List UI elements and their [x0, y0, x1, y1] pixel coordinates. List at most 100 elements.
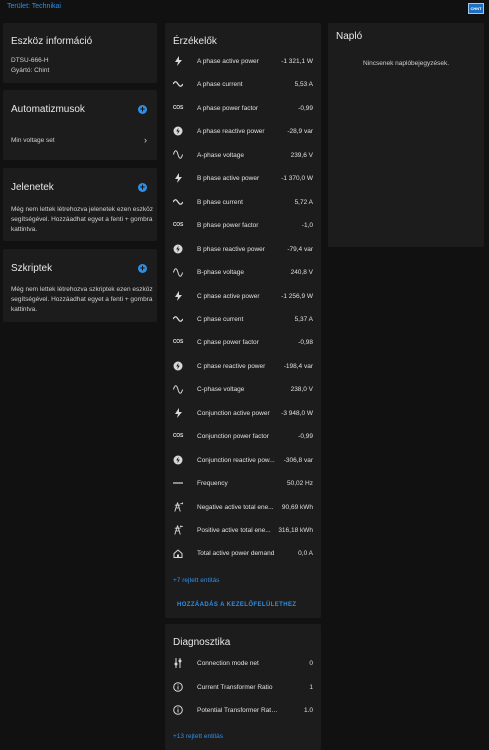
entity-row[interactable]: A phase current 5,53 A: [165, 73, 321, 96]
device-info-card: Eszköz információ DTSU-666-H Gyártó: Chi…: [3, 23, 157, 83]
entity-label: A phase active power: [197, 58, 259, 65]
entity-value: -1 321,1 W: [281, 58, 313, 65]
device-info-title: Eszköz információ: [11, 36, 93, 47]
entity-label: Frequency: [197, 480, 228, 488]
entity-label: B-phase voltage: [197, 269, 244, 277]
entity-row[interactable]: COS A phase power factor -0,99: [165, 97, 321, 120]
home-icon: [173, 548, 183, 558]
entity-value: 240,8 V: [290, 269, 313, 277]
entity-value: 50,02 Hz: [286, 480, 313, 488]
entity-row[interactable]: Conjunction reactive pow... -306,8 var: [165, 449, 321, 472]
entity-value: 0: [309, 660, 313, 667]
entity-row[interactable]: Connection mode net 0: [165, 652, 321, 675]
flash-icon: [173, 173, 183, 184]
entity-row[interactable]: Total active power demand 0,0 A: [165, 542, 321, 565]
entity-value: -3 948,0 W: [281, 409, 313, 417]
entity-value: -1 256,9 W: [281, 292, 313, 300]
entity-value: 239,6 V: [290, 151, 313, 159]
cos-icon: COS: [172, 104, 184, 111]
entity-row[interactable]: B phase current 5,72 A: [165, 191, 321, 214]
entity-value: -1,0: [301, 222, 313, 230]
entity-value: 316,18 kWh: [278, 527, 313, 534]
entity-label: C phase active power: [197, 292, 260, 300]
sine-wave-icon: [173, 150, 183, 160]
entity-row[interactable]: C phase active power -1 256,9 W: [165, 285, 321, 308]
entity-value: -79,4 var: [287, 245, 313, 253]
entity-label: Total active power demand: [197, 550, 275, 558]
scripts-title: Szkriptek: [11, 263, 53, 274]
entity-label: B phase current: [197, 198, 243, 206]
entity-row[interactable]: COS Conjunction power factor -0,99: [165, 425, 321, 448]
entity-row[interactable]: Negative active total ene... 90,69 kWh: [165, 496, 321, 519]
entity-row[interactable]: C phase current 5,37 A: [165, 308, 321, 331]
entity-label: Conjunction power factor: [197, 433, 269, 441]
add-to-dashboard-button[interactable]: HOZZÁADÁS A KEZELŐFELÜLETHEZ: [177, 602, 296, 608]
add-script-plus-icon[interactable]: +: [138, 264, 147, 273]
sensors-hidden-entities-link[interactable]: +7 rejtett entitás: [173, 577, 219, 584]
scenes-card: Jelenetek + Még nem lettek létrehozva je…: [3, 168, 157, 241]
diagnostics-title: Diagnosztika: [173, 637, 231, 648]
entity-label: B phase power factor: [197, 222, 259, 230]
sine-wave-icon: [173, 384, 183, 394]
cos-icon: COS: [172, 222, 184, 229]
entity-label: B phase active power: [197, 175, 260, 183]
device-model: DTSU-666-H: [11, 57, 49, 64]
add-automation-plus-icon[interactable]: +: [138, 105, 147, 114]
add-scene-plus-icon[interactable]: +: [138, 183, 147, 192]
entity-row[interactable]: B-phase voltage 240,8 V: [165, 261, 321, 284]
info-icon: [173, 681, 183, 692]
entity-row[interactable]: A phase reactive power -28,9 var: [165, 120, 321, 143]
entity-label: A phase reactive power: [197, 128, 265, 136]
device-manufacturer: Gyártó: Chint: [11, 67, 50, 74]
entity-value: 5,37 A: [294, 315, 313, 323]
entity-label: C phase current: [197, 315, 244, 323]
entity-row[interactable]: A phase active power -1 321,1 W: [165, 50, 321, 73]
entity-row[interactable]: Frequency 50,02 Hz: [165, 472, 321, 495]
flash-icon: [173, 407, 183, 418]
entity-row[interactable]: B phase active power -1 370,0 W: [165, 167, 321, 190]
transmission-tower-import-icon: [173, 525, 183, 535]
diagnostics-card: Diagnosztika Connection mode net 0 Current…: [165, 624, 321, 750]
scenes-empty-text: Még nem lettek létrehozva jelenetek ezen…: [11, 206, 153, 233]
entity-label: Negative active total ene...: [197, 503, 274, 511]
entity-label: C-phase voltage: [197, 386, 245, 394]
entity-row[interactable]: Current Transformer Ratio 1: [165, 676, 321, 699]
cos-icon: COS: [172, 339, 184, 346]
entity-label: Conjunction active power: [197, 409, 270, 417]
scenes-title: Jelenetek: [11, 182, 54, 193]
automation-item[interactable]: Min voltage set ›: [3, 132, 157, 150]
automation-item-label: Min voltage set: [11, 137, 55, 144]
entity-value: -198,4 var: [283, 362, 313, 370]
entity-label: B phase reactive power: [197, 245, 265, 253]
entity-row[interactable]: B phase reactive power -79,4 var: [165, 238, 321, 261]
entity-value: 90,69 kWh: [281, 503, 313, 511]
log-title: Napló: [336, 31, 363, 42]
diagnostics-hidden-entities-link[interactable]: +13 rejtett entitás: [173, 733, 223, 740]
entity-label: A phase power factor: [197, 104, 259, 112]
entity-label: A phase current: [197, 81, 243, 89]
entity-value: -0,99: [298, 104, 313, 112]
entity-value: -1 370,0 W: [281, 175, 313, 183]
reactive-power-icon: [173, 361, 183, 371]
entity-row[interactable]: Positive active total ene... 316,18 kWh: [165, 519, 321, 542]
connection-icon: [173, 658, 183, 668]
entity-row[interactable]: Conjunction active power -3 948,0 W: [165, 402, 321, 425]
cos-icon: COS: [172, 433, 184, 440]
breadcrumb[interactable]: Terület: Technikai: [7, 3, 61, 10]
scripts-card: Szkriptek + Még nem lettek létrehozva sz…: [3, 249, 157, 322]
entity-label: Potential Transformer Ratio(*): [197, 707, 279, 715]
sine-wave-icon: [173, 267, 183, 277]
entity-label: Connection mode net: [197, 660, 259, 667]
entity-value: -0,98: [298, 339, 313, 347]
reactive-power-icon: [173, 244, 183, 254]
top-bar: Terület: Technikai CHNT: [0, 0, 489, 16]
entity-row[interactable]: A-phase voltage 239,6 V: [165, 144, 321, 167]
entity-row[interactable]: Potential Transformer Ratio(*) 1.0: [165, 699, 321, 722]
entity-row[interactable]: COS B phase power factor -1,0: [165, 214, 321, 237]
entity-row[interactable]: COS C phase power factor -0,98: [165, 331, 321, 354]
entity-row[interactable]: C phase reactive power -198,4 var: [165, 355, 321, 378]
sensors-card: Érzékelők A phase active power -1 321,1 W…: [165, 23, 321, 618]
entity-value: 5,72 A: [294, 198, 313, 206]
entity-row[interactable]: C-phase voltage 238,0 V: [165, 378, 321, 401]
info-icon: [173, 705, 183, 715]
